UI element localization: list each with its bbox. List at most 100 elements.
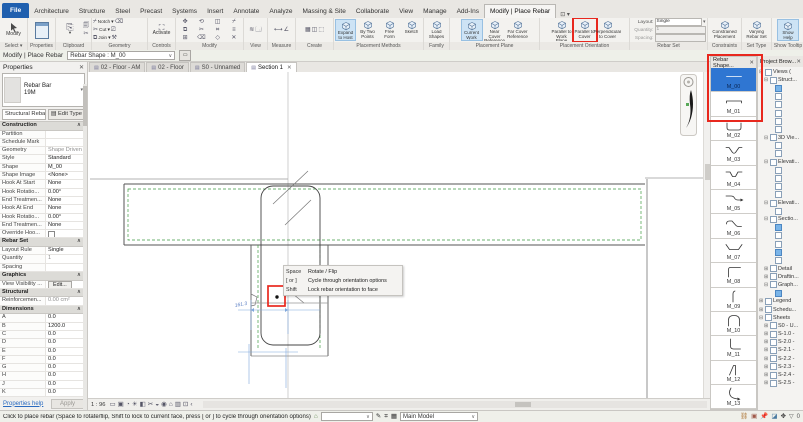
collapse-icon[interactable]: ∧ bbox=[77, 122, 81, 130]
activate-button[interactable]: ⛶ Activate bbox=[150, 19, 174, 41]
ribbon-button-load-shapes[interactable]: Load Shapes bbox=[426, 19, 448, 41]
filter-icon[interactable]: ▽ bbox=[789, 413, 794, 420]
pb-item-draftin[interactable]: ⊞ Draftin... bbox=[758, 273, 803, 281]
pb-item-views[interactable]: ⊟ Views ( bbox=[758, 68, 803, 76]
pb-item[interactable] bbox=[758, 232, 803, 240]
property-value[interactable]: 1200.0 bbox=[46, 323, 83, 330]
element-filter-select[interactable]: Structural Rebar (1)∨ bbox=[2, 109, 46, 120]
view-tab-section-1[interactable]: ▤ Section 1 ✕ bbox=[246, 62, 297, 72]
close-icon[interactable]: ✕ bbox=[749, 60, 754, 66]
edit-button[interactable]: Edit... bbox=[48, 280, 72, 288]
ribbon-tab-annotate[interactable]: Annotate bbox=[228, 5, 264, 18]
property-value[interactable]: 0.0 bbox=[46, 339, 83, 346]
close-icon[interactable]: ✕ bbox=[79, 64, 84, 71]
property-value[interactable]: 0.0 bbox=[46, 331, 83, 338]
reveal-hidden-icon[interactable]: ◉ bbox=[161, 400, 167, 410]
edit-type-button[interactable]: ▤ Edit Type bbox=[47, 109, 85, 120]
property-value[interactable]: 0.0 bbox=[46, 348, 83, 355]
ribbon-tab-structure[interactable]: Structure bbox=[74, 5, 110, 18]
drag-on-selection-icon[interactable]: ✥ bbox=[781, 412, 786, 422]
property-value[interactable]: Shape Driven bbox=[46, 147, 83, 154]
pb-item-detail[interactable]: ⊞ Detail bbox=[758, 265, 803, 273]
layout-select[interactable]: Single bbox=[654, 18, 702, 26]
select-by-face-icon[interactable]: ◪ bbox=[771, 412, 777, 422]
pb-item[interactable] bbox=[758, 256, 803, 264]
pb-item-s0-u[interactable]: ⊞ S0 - U... bbox=[758, 322, 803, 330]
expander-icon[interactable]: ⊞ bbox=[764, 339, 769, 345]
property-value[interactable]: Standard bbox=[46, 155, 83, 162]
section-header-structural[interactable]: Structural ∧ bbox=[0, 288, 83, 298]
ribbon-button-constrained-placement[interactable]: Constrained Placement bbox=[712, 19, 737, 41]
collapse-icon[interactable]: ∧ bbox=[77, 272, 81, 280]
expander-icon[interactable]: ⊞ bbox=[764, 356, 769, 362]
design-option-select[interactable]: Main Model ∨ bbox=[400, 412, 479, 421]
editable-only-icon[interactable]: ✎ bbox=[376, 412, 381, 422]
dimension-icon[interactable]: ∠ bbox=[284, 27, 289, 34]
ribbon-tab-systems[interactable]: Systems bbox=[167, 5, 202, 18]
worksharing-display-icon[interactable]: ▥ bbox=[175, 400, 181, 410]
ribbon-tab-steel[interactable]: Steel bbox=[110, 5, 135, 18]
expander-icon[interactable]: ⊞ bbox=[764, 372, 769, 378]
expander-icon[interactable]: ⊟ bbox=[764, 77, 769, 83]
modify-tool-icon[interactable]: ⌫ bbox=[194, 35, 209, 42]
worksharing-icon[interactable]: ⌂ bbox=[314, 412, 318, 422]
pb-item-struct[interactable]: ⊟ Struct... bbox=[758, 76, 803, 84]
expander-icon[interactable]: ⊞ bbox=[764, 266, 769, 272]
ribbon-tab-modify-place-rebar[interactable]: Modify | Place Rebar bbox=[483, 4, 557, 18]
rebar-shape-item-m-12[interactable]: M_12 bbox=[711, 360, 756, 386]
pb-item-sectio[interactable]: ⊟ Sectio... bbox=[758, 215, 803, 223]
panel-label-measure[interactable]: Measure bbox=[268, 42, 295, 50]
property-value[interactable]: M_00 bbox=[46, 164, 83, 171]
rebar-shape-item-m-07[interactable]: M_07 bbox=[711, 238, 756, 264]
properties-button[interactable] bbox=[30, 19, 54, 41]
section-header-dimensions[interactable]: Dimensions ∧ bbox=[0, 305, 83, 315]
panel-label-properties[interactable]: Properties bbox=[28, 42, 55, 50]
cut-geometry-button[interactable]: ✂ Cut ▾ ⎚ bbox=[93, 27, 116, 34]
property-value[interactable]: 0.00° bbox=[46, 189, 83, 196]
pb-item[interactable] bbox=[758, 248, 803, 256]
property-value[interactable] bbox=[46, 139, 83, 146]
canvas-horizontal-scrollbar[interactable] bbox=[202, 401, 707, 408]
property-value[interactable]: 0.0 bbox=[46, 381, 83, 388]
slab-cover-reference[interactable] bbox=[127, 188, 642, 241]
rebar-shape-item-m-00[interactable]: M_00 bbox=[711, 68, 756, 93]
spacing-input[interactable] bbox=[654, 34, 706, 42]
pb-item-graph[interactable]: ⊟ Graph... bbox=[758, 281, 803, 289]
property-value[interactable]: 0.0 bbox=[46, 389, 83, 396]
join-button[interactable]: ⧉ Join ▾ ⚒ bbox=[93, 35, 117, 42]
modify-tool-icon[interactable]: ⊞ bbox=[178, 35, 193, 42]
type-selector[interactable]: Rebar Bar 19M ▾ bbox=[2, 73, 85, 107]
view-scale[interactable]: 1 : 96 bbox=[91, 402, 106, 408]
section-header-graphics[interactable]: Graphics ∧ bbox=[0, 271, 83, 281]
expander-icon[interactable]: ⊟ bbox=[759, 315, 764, 321]
create-assembly-icon[interactable]: ⬚ bbox=[318, 27, 324, 34]
panel-label-placement-methods[interactable]: Placement Methods bbox=[334, 42, 423, 50]
rebar-shape-item-m-09[interactable]: M_09 bbox=[711, 287, 756, 312]
rebar-shape-item-m-01[interactable]: M_01 bbox=[711, 92, 756, 117]
pb-item-sheets[interactable]: ⊟ Sheets bbox=[758, 314, 803, 322]
property-value[interactable]: None bbox=[46, 205, 83, 212]
ribbon-button-far-cover-reference[interactable]: Far Cover Reference bbox=[507, 19, 529, 41]
rebar-shape-select[interactable]: Rebar Shape : M_00 ∨ bbox=[67, 51, 176, 60]
modify-tool-icon[interactable]: ⌿ bbox=[226, 19, 241, 26]
close-icon[interactable]: ✕ bbox=[796, 59, 801, 65]
pb-item[interactable] bbox=[758, 166, 803, 174]
rebar-placement-point[interactable] bbox=[275, 295, 279, 299]
sun-path-icon[interactable]: ◒ bbox=[155, 400, 159, 410]
thin-lines-icon[interactable]: ≋ bbox=[249, 27, 254, 34]
modify-tool-icon[interactable]: ⟲ bbox=[194, 19, 209, 26]
grid-icon[interactable]: ⌗ bbox=[384, 412, 388, 422]
apply-button[interactable]: Apply bbox=[50, 398, 84, 409]
ribbon-button-by-two-points[interactable]: By Two Points bbox=[357, 19, 378, 41]
panel-label-rebar-set[interactable]: Rebar Set bbox=[630, 42, 707, 50]
pb-item-schedu[interactable]: ⊞ Schedu... bbox=[758, 305, 803, 314]
modify-tool-icon[interactable]: ≡ bbox=[226, 27, 241, 34]
expander-icon[interactable]: ⊟ bbox=[764, 216, 769, 222]
panel-label-constraints[interactable]: Constraints bbox=[708, 42, 741, 50]
ribbon-button-current-work-plane[interactable]: Current Work Plane bbox=[460, 19, 483, 41]
pb-item-elevati[interactable]: ⊟ Elevati... bbox=[758, 199, 803, 207]
view-tab-02-floor[interactable]: ▤ 02 - Floor bbox=[146, 62, 189, 72]
pb-item[interactable] bbox=[758, 240, 803, 248]
temporary-view-properties-icon[interactable]: ⌂ bbox=[169, 400, 173, 410]
collapse-icon[interactable]: ∧ bbox=[77, 306, 81, 314]
